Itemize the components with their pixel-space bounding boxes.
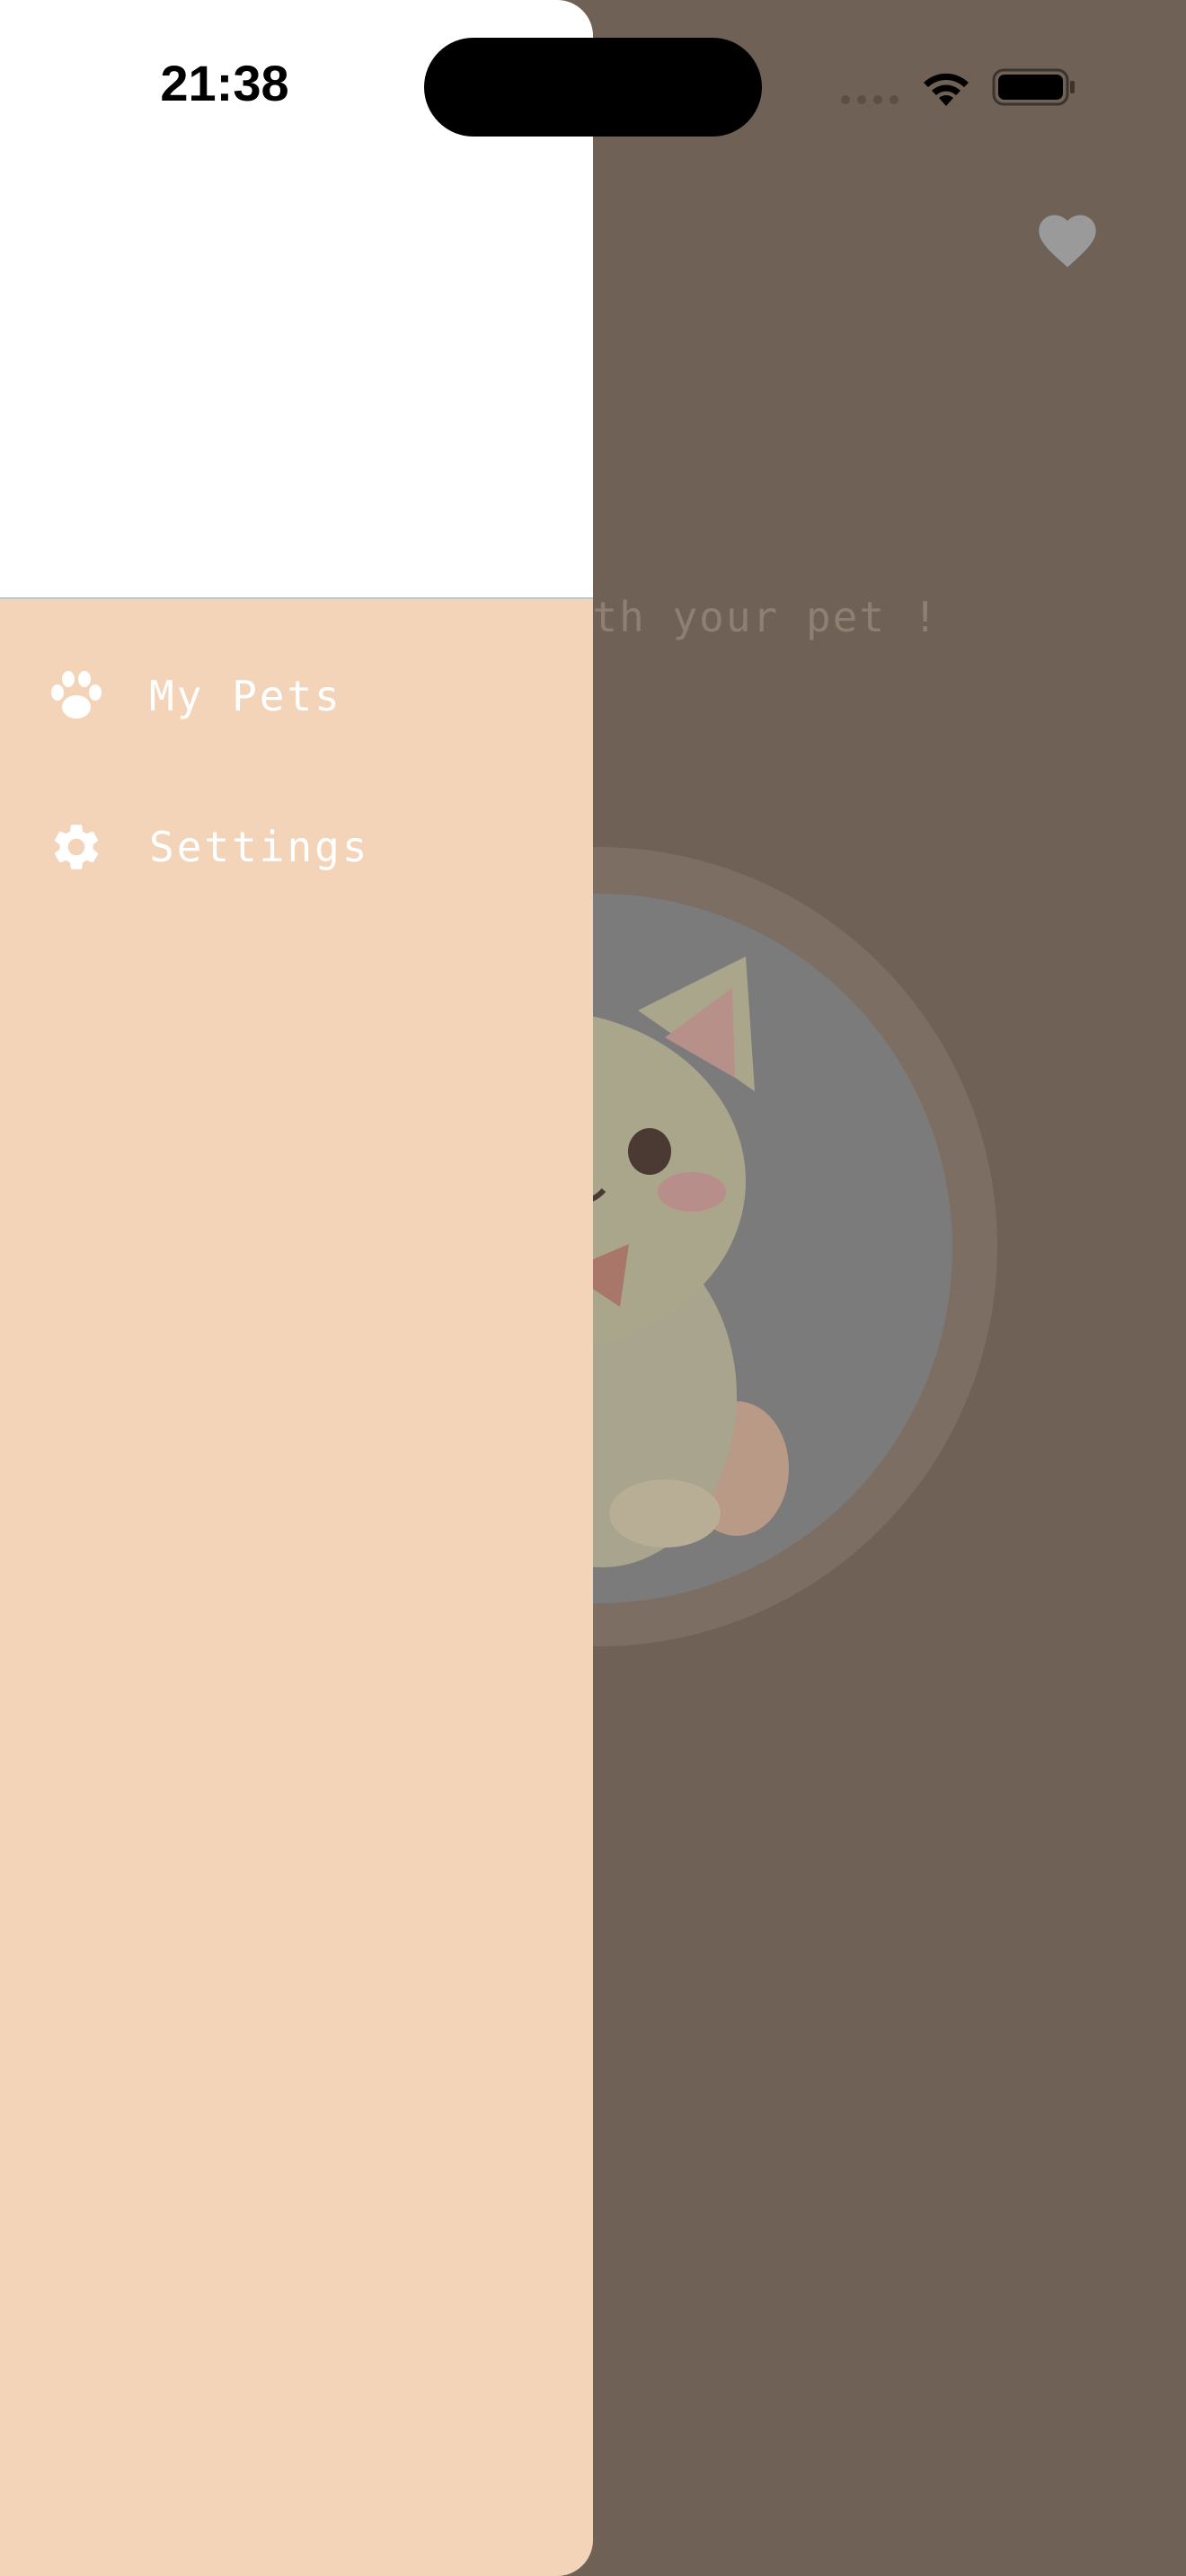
battery-icon — [992, 68, 1075, 106]
drawer-item-settings[interactable]: Settings — [0, 798, 593, 896]
drawer-item-label: My Pets — [149, 672, 342, 720]
drawer-item-label: Settings — [149, 823, 370, 871]
status-bar: 21:38 — [0, 0, 1186, 171]
cellular-signal-icon — [841, 95, 898, 104]
status-time: 21:38 — [160, 55, 289, 111]
gear-icon — [45, 816, 108, 878]
drawer-item-my-pets[interactable]: My Pets — [0, 647, 593, 745]
dynamic-island — [424, 38, 762, 137]
heart-icon[interactable] — [1033, 207, 1102, 275]
background-subtitle: with your pet ! — [539, 593, 940, 641]
wifi-icon — [924, 73, 969, 106]
navigation-drawer: My Pets Settings — [0, 0, 593, 2576]
paw-icon — [45, 665, 108, 728]
app-screen: with your pet ! My Pets Settings 21:38 — [0, 0, 1186, 2576]
